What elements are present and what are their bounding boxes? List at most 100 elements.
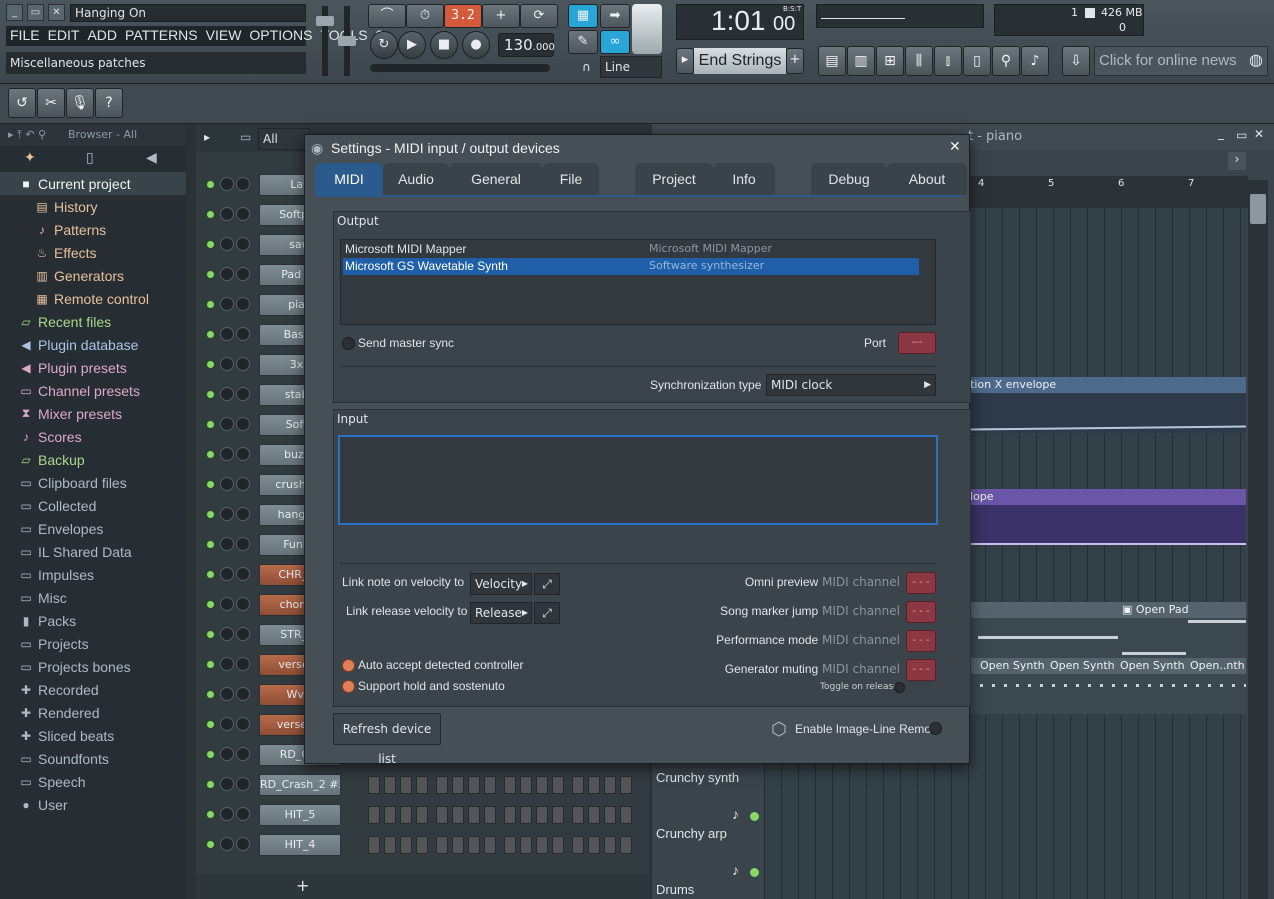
browser-item-generators[interactable]: ▥ Generators — [0, 264, 186, 287]
browser-item-plugin-presets[interactable]: ◀ Plugin presets — [0, 356, 186, 379]
channel-volume-knob[interactable] — [236, 297, 250, 311]
channel-pan-knob[interactable] — [220, 807, 234, 821]
channel-pan-knob[interactable] — [220, 687, 234, 701]
channel-mute-led[interactable] — [206, 330, 215, 339]
step-button[interactable] — [536, 806, 548, 824]
channel-mute-led[interactable] — [206, 390, 215, 399]
step-button[interactable] — [400, 776, 412, 794]
channel-pan-knob[interactable] — [220, 747, 234, 761]
channel-volume-knob[interactable] — [236, 657, 250, 671]
channel-mute-led[interactable] — [206, 600, 215, 609]
step-button[interactable] — [604, 836, 616, 854]
mixer-icon[interactable]: ⫼ — [905, 46, 933, 76]
channel-mute-led[interactable] — [206, 420, 215, 429]
browser-item-recorded[interactable]: ✚ Recorded — [0, 678, 186, 701]
channel-volume-knob[interactable] — [236, 477, 250, 491]
step-button[interactable] — [468, 776, 480, 794]
step-button[interactable] — [436, 806, 448, 824]
browser-item-plugin-database[interactable]: ◀ Plugin database — [0, 333, 186, 356]
note-clip-body[interactable] — [968, 674, 1246, 714]
browser-item-channel-presets[interactable]: ▭ Channel presets — [0, 379, 186, 402]
browser-icon[interactable]: ▯ — [963, 46, 991, 76]
browser-item-user[interactable]: ● User — [0, 793, 186, 816]
channel-pan-knob[interactable] — [220, 267, 234, 281]
channel-volume-knob[interactable] — [236, 537, 250, 551]
step-button[interactable] — [452, 776, 464, 794]
step-button[interactable] — [368, 806, 380, 824]
channel-volume-knob[interactable] — [236, 687, 250, 701]
automation-clip-2-header[interactable]: lope — [968, 489, 1246, 505]
browser-item-il-shared-data[interactable]: ▭ IL Shared Data — [0, 540, 186, 563]
link-release-curve-icon[interactable]: ⤢ — [534, 602, 560, 624]
step-button[interactable] — [536, 836, 548, 854]
step-button[interactable] — [484, 836, 496, 854]
draw-icon[interactable]: ✎ — [568, 30, 598, 54]
channel-pan-knob[interactable] — [220, 417, 234, 431]
pitch-handle[interactable] — [338, 36, 356, 46]
song-position-slider[interactable] — [370, 64, 550, 72]
step-button[interactable] — [572, 806, 584, 824]
playlist-icon[interactable]: ▤ — [818, 46, 846, 76]
menu-patterns[interactable]: PATTERNS — [121, 26, 202, 46]
step-button[interactable] — [604, 806, 616, 824]
undo-icon[interactable]: ↺ — [8, 88, 36, 118]
track-drums[interactable]: Drums — [656, 882, 762, 899]
step-button[interactable] — [452, 836, 464, 854]
channel-pan-knob[interactable] — [220, 447, 234, 461]
browser-item-envelopes[interactable]: ▭ Envelopes — [0, 517, 186, 540]
document-icon[interactable]: ▯ — [86, 150, 94, 166]
volume-handle[interactable] — [316, 16, 334, 26]
clip-open-synth-3[interactable]: Open Synth — [1120, 659, 1185, 672]
song-mode-icon[interactable]: ↻ — [370, 31, 398, 59]
online-news[interactable]: Click for online news ◍ — [1094, 46, 1268, 76]
channel-rack-icon[interactable]: ▥ — [847, 46, 875, 76]
channel-name-button[interactable]: HIT_4 — [259, 834, 341, 856]
step-button[interactable] — [400, 836, 412, 854]
plugin-picker-icon[interactable]: ⚲ — [992, 46, 1020, 76]
step-button[interactable] — [520, 836, 532, 854]
step-button[interactable] — [384, 806, 396, 824]
record-icon[interactable]: ● — [462, 31, 490, 59]
browser-item-packs[interactable]: ▮ Packs — [0, 609, 186, 632]
channel-volume-knob[interactable] — [236, 807, 250, 821]
channel-pan-knob[interactable] — [220, 387, 234, 401]
channel-volume-knob[interactable] — [236, 627, 250, 641]
device-row-gs-wavetable[interactable]: Microsoft GS Wavetable Synth Software sy… — [343, 258, 919, 275]
input-device-list[interactable] — [338, 435, 938, 525]
step-button[interactable] — [416, 806, 428, 824]
channel-volume-knob[interactable] — [236, 597, 250, 611]
scrollbar-thumb[interactable] — [1250, 194, 1266, 224]
browser-item-history[interactable]: ▤ History — [0, 195, 186, 218]
minimize-icon[interactable]: _ — [1218, 126, 1224, 140]
restore-icon[interactable]: ▭ — [27, 4, 44, 21]
step-button[interactable] — [572, 776, 584, 794]
channel-settings-icon[interactable]: ⫾ — [934, 46, 962, 76]
menu-view[interactable]: VIEW — [202, 26, 246, 46]
channel-mute-led[interactable] — [206, 300, 215, 309]
touch-keyboard-icon[interactable]: ♪ — [1021, 46, 1049, 76]
step-edit-icon[interactable]: ➡ — [600, 4, 630, 28]
channel-pan-knob[interactable] — [220, 567, 234, 581]
speaker-icon[interactable]: ◀ — [146, 150, 157, 166]
channel-pan-knob[interactable] — [220, 357, 234, 371]
channel-pan-knob[interactable] — [220, 177, 234, 191]
step-button[interactable] — [468, 806, 480, 824]
channel-volume-knob[interactable] — [236, 447, 250, 461]
channel-mute-led[interactable] — [206, 180, 215, 189]
add-channel-button[interactable]: + — [296, 876, 309, 895]
time-display[interactable]: 1:01 00 B:S:T — [676, 4, 804, 40]
step-button[interactable] — [368, 776, 380, 794]
step-button[interactable] — [368, 836, 380, 854]
step-button[interactable] — [588, 836, 600, 854]
channel-mute-led[interactable] — [206, 630, 215, 639]
port-selector[interactable]: --- — [898, 332, 936, 354]
rack-menu-icon[interactable]: ▸ — [204, 130, 210, 144]
close-icon[interactable]: ✕ — [48, 4, 65, 21]
download-icon[interactable]: ⇩ — [1062, 46, 1090, 76]
pattern-clip-row[interactable]: Open Synth Open Synth Open Synth Open..n… — [968, 658, 1246, 674]
blend-notes-icon[interactable]: + — [482, 4, 520, 28]
tab-about[interactable]: About — [887, 163, 967, 195]
channel-volume-knob[interactable] — [236, 387, 250, 401]
channel-volume-knob[interactable] — [236, 327, 250, 341]
browser-item-current-project[interactable]: ■ Current project — [0, 172, 186, 195]
